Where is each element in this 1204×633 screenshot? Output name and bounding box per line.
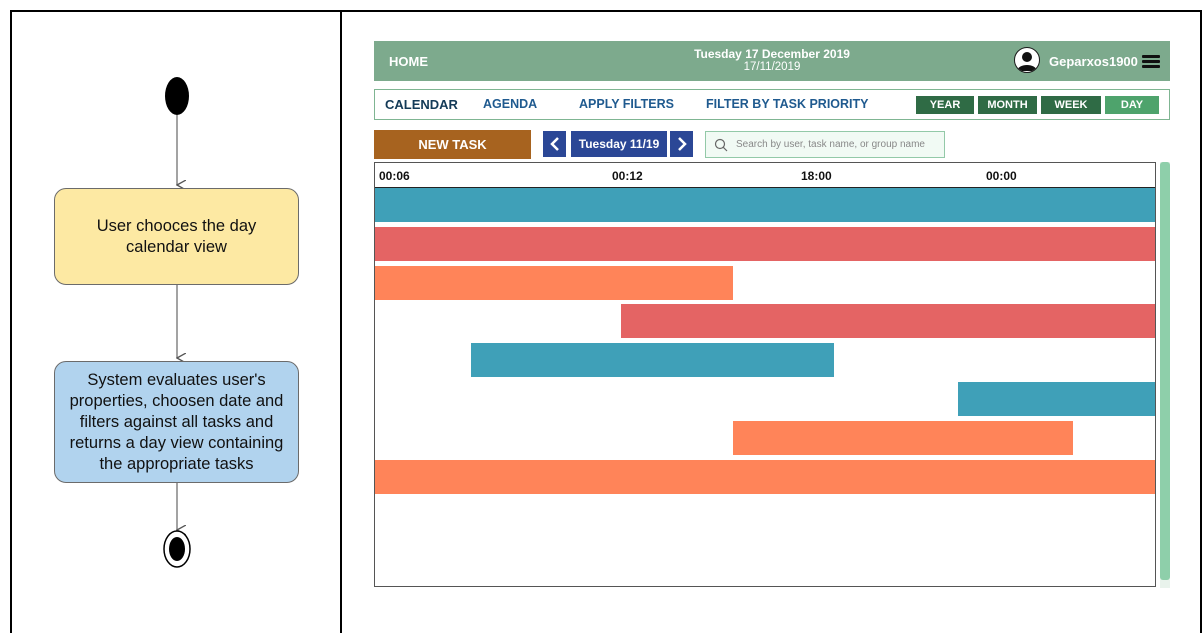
hamburger-menu-icon[interactable] <box>1142 55 1160 68</box>
time-tick: 00:12 <box>612 169 643 183</box>
search-input[interactable] <box>736 139 936 150</box>
tab-apply-filters[interactable]: APPLY FILTERS <box>579 97 674 111</box>
chevron-left-icon[interactable] <box>543 131 566 157</box>
activity-choose-view: User chooces the day calendar view <box>54 188 299 285</box>
time-tick: 00:00 <box>986 169 1017 183</box>
final-node-core <box>169 537 185 561</box>
home-link[interactable]: HOME <box>389 54 428 69</box>
calendar-app-mockup: HOME Tuesday 17 December 2019 17/11/2019… <box>374 41 1170 601</box>
initial-node <box>165 77 189 115</box>
search-box[interactable] <box>705 131 945 158</box>
view-month-button[interactable]: MONTH <box>978 96 1037 114</box>
view-week-button[interactable]: WEEK <box>1041 96 1101 114</box>
avatar-icon[interactable] <box>1014 47 1040 73</box>
tab-filter-by-priority[interactable]: FILTER BY TASK PRIORITY <box>706 97 869 111</box>
task-bar[interactable] <box>471 343 834 377</box>
column-divider <box>340 10 342 633</box>
current-date-display: Tuesday 17 December 2019 17/11/2019 <box>654 48 890 74</box>
date-short: 17/11/2019 <box>743 61 801 73</box>
time-tick: 18:00 <box>801 169 832 183</box>
task-bar[interactable] <box>958 382 1155 416</box>
view-day-button[interactable]: DAY <box>1105 96 1159 114</box>
time-tick: 00:06 <box>379 169 410 183</box>
task-bar[interactable] <box>375 460 1155 494</box>
activity-diagram: User chooces the day calendar view Syste… <box>0 0 340 633</box>
chevron-right-icon[interactable] <box>670 131 693 157</box>
activity-evaluate: System evaluates user's properties, choo… <box>54 361 299 483</box>
day-timeline: 00:06 00:12 18:00 00:00 <box>374 162 1156 587</box>
task-bar[interactable] <box>733 421 1073 455</box>
timeline-scrollbar[interactable] <box>1160 162 1170 588</box>
activity-choose-view-label: User chooces the day calendar view <box>96 216 257 256</box>
task-bar[interactable] <box>375 188 1155 222</box>
task-bar[interactable] <box>621 304 1155 338</box>
username[interactable]: Geparxos1900 <box>1049 54 1138 69</box>
tab-agenda[interactable]: AGENDA <box>483 97 537 111</box>
current-day-button[interactable]: Tuesday 11/19 <box>571 131 667 157</box>
new-task-button[interactable]: NEW TASK <box>374 130 531 159</box>
task-bar[interactable] <box>375 266 733 300</box>
view-year-button[interactable]: YEAR <box>916 96 974 114</box>
tab-calendar[interactable]: CALENDAR <box>385 97 458 112</box>
search-icon <box>714 138 728 151</box>
date-long: Tuesday 17 December 2019 <box>694 47 850 61</box>
diagram-connectors <box>163 77 191 568</box>
nav-bar: CALENDAR AGENDA APPLY FILTERS FILTER BY … <box>374 89 1170 120</box>
top-bar: HOME Tuesday 17 December 2019 17/11/2019… <box>374 41 1170 81</box>
time-header: 00:06 00:12 18:00 00:00 <box>375 163 1155 188</box>
activity-evaluate-label: System evaluates user's properties, choo… <box>69 370 284 473</box>
task-bar[interactable] <box>375 227 1155 261</box>
scrollbar-thumb[interactable] <box>1160 162 1170 580</box>
